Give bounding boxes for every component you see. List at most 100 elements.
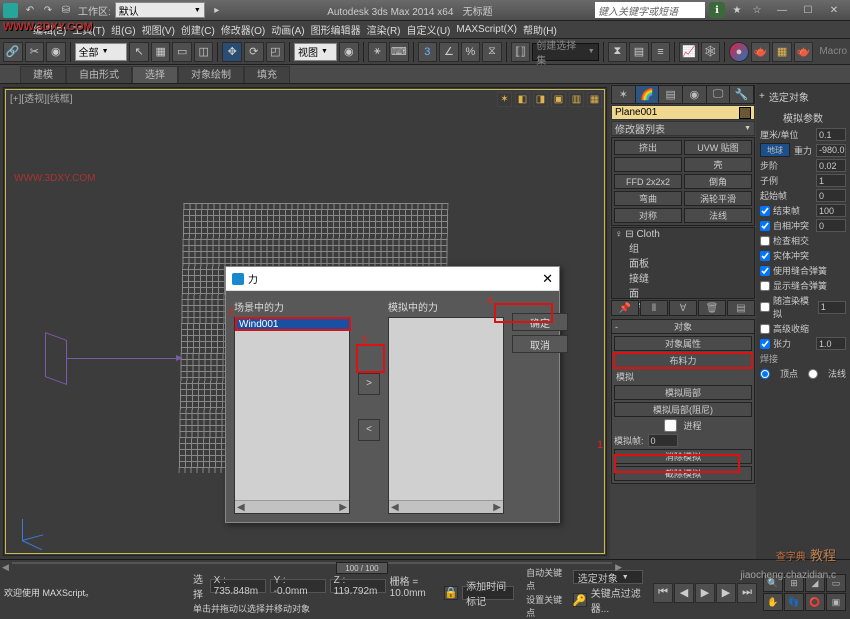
btn-earth[interactable]: 地球 xyxy=(760,143,790,157)
btn-cloth-force[interactable]: 布料力 xyxy=(614,353,752,368)
dialog-titlebar[interactable]: 力 ✕ xyxy=(226,267,559,291)
scale-icon[interactable]: ◰ xyxy=(266,42,286,62)
minimize-icon[interactable]: — xyxy=(769,2,795,19)
chk-spring[interactable] xyxy=(760,266,770,276)
snap-icon[interactable]: 3 xyxy=(418,42,438,62)
btn-turbo[interactable]: 涡轮平滑 xyxy=(684,191,752,206)
redo-icon[interactable]: ↷ xyxy=(40,2,56,18)
stack-config-icon[interactable]: ▤ xyxy=(727,300,755,316)
spinner-start[interactable]: 0 xyxy=(816,189,846,202)
list-item-wind[interactable]: Wind001 xyxy=(235,318,349,331)
btn-extrude[interactable]: 挤出 xyxy=(614,140,682,155)
coord-z[interactable]: Z : 119.792m xyxy=(330,579,386,593)
play-next-icon[interactable]: ▶ xyxy=(716,583,736,603)
spinner-snap-icon[interactable]: ⧖ xyxy=(482,42,502,62)
setkey-button[interactable]: 设置关键点 xyxy=(526,593,563,619)
rotate-icon[interactable]: ⟳ xyxy=(244,42,264,62)
favorite-icon[interactable]: ☆ xyxy=(749,2,765,18)
move-icon[interactable]: ✥ xyxy=(222,42,242,62)
stack-unique-icon[interactable]: ∀ xyxy=(669,300,697,316)
graph-icon[interactable]: 📈 xyxy=(679,42,699,62)
selection-filter[interactable]: 全部 xyxy=(75,43,128,61)
spinner-adv[interactable]: 1 xyxy=(818,301,846,314)
time-slider-knob[interactable]: 100 / 100 xyxy=(336,562,388,574)
tab-freeform[interactable]: 自由形式 xyxy=(66,66,132,83)
key-icon[interactable]: 🔑 xyxy=(573,593,587,607)
workspace-dropdown[interactable]: 默认 xyxy=(115,2,205,18)
btn-shell[interactable]: 壳 xyxy=(684,157,752,172)
menu-maxscript[interactable]: MAXScript(X) xyxy=(453,24,520,35)
nav-orbit-icon[interactable]: ⭕ xyxy=(805,593,825,611)
btn-move-right[interactable]: > xyxy=(358,373,380,395)
add-time-tag[interactable]: 添加时间标记 xyxy=(462,586,514,600)
object-wind[interactable] xyxy=(45,328,135,418)
select-name-icon[interactable]: ▦ xyxy=(151,42,171,62)
nav-walk-icon[interactable]: 👣 xyxy=(784,593,804,611)
ref-coord-dropdown[interactable]: 视图 xyxy=(294,43,337,61)
spinner-simframe[interactable]: 0 xyxy=(648,434,678,447)
play-prev-icon[interactable]: ◀ xyxy=(674,583,694,603)
btn-ok[interactable]: 确定 xyxy=(512,313,568,331)
radio-wire[interactable] xyxy=(808,369,818,379)
marquee-rect-icon[interactable]: ▭ xyxy=(172,42,192,62)
btn-sim-damp[interactable]: 模拟局部(阻尼) xyxy=(614,402,752,417)
tab-selection[interactable]: 选择 xyxy=(132,66,178,83)
play-end-icon[interactable]: ⏭ xyxy=(737,583,757,603)
chk-check[interactable] xyxy=(760,236,770,246)
angle-snap-icon[interactable]: ∠ xyxy=(439,42,459,62)
btn-bend[interactable]: 弯曲 xyxy=(614,191,682,206)
scrollbar[interactable]: ◀▶ xyxy=(389,500,503,513)
schematic-icon[interactable]: 🕸 xyxy=(701,42,721,62)
btn-object-props[interactable]: 对象属性 xyxy=(614,336,752,351)
chk-selfcol[interactable] xyxy=(760,221,770,231)
spinner-cm[interactable]: 0.1 xyxy=(816,128,846,141)
coord-y[interactable]: Y : -0.0mm xyxy=(270,579,326,593)
coord-x[interactable]: X : 735.848m xyxy=(210,579,266,593)
btn-ffd[interactable]: FFD 2x2x2 xyxy=(614,174,682,189)
tab-hierarchy-icon[interactable]: ▤ xyxy=(659,86,683,103)
btn-sim-local[interactable]: 模拟局部 xyxy=(614,385,752,400)
rollup-object-header[interactable]: 对象 xyxy=(612,320,754,334)
keyboard-icon[interactable]: ⌨ xyxy=(389,42,409,62)
view-max-icon[interactable]: ▣ xyxy=(551,92,566,107)
btn-mirror[interactable]: 对称 xyxy=(614,208,682,223)
radio-vert[interactable] xyxy=(760,369,770,379)
list-sim-forces[interactable]: ◀▶ xyxy=(388,317,504,514)
tab-create-icon[interactable]: ✶ xyxy=(612,86,636,103)
play-start-icon[interactable]: ⏮ xyxy=(653,583,673,603)
btn-cancel[interactable]: 取消 xyxy=(512,335,568,353)
nav-pan-icon[interactable]: ✋ xyxy=(763,593,783,611)
window-cross-icon[interactable]: ◫ xyxy=(194,42,214,62)
list-scene-forces[interactable]: Wind001 ◀▶ xyxy=(234,317,350,514)
chk-adv[interactable] xyxy=(760,302,770,312)
modifier-stack[interactable]: ♀ ⊟ Cloth 组 面板 接缝 面 Plane xyxy=(611,227,755,299)
menu-create[interactable]: 创建(C) xyxy=(178,22,218,37)
modifier-list-dropdown[interactable]: 修改器列表 xyxy=(611,121,755,136)
tab-motion-icon[interactable]: ◉ xyxy=(683,86,707,103)
align-icon[interactable]: ▤ xyxy=(629,42,649,62)
key-setting[interactable]: 关键点过滤器... xyxy=(591,585,643,615)
btn-chamfer[interactable]: 倒角 xyxy=(684,174,752,189)
tab-modeling[interactable]: 建模 xyxy=(20,66,66,83)
menu-animation[interactable]: 动画(A) xyxy=(268,22,307,37)
material-icon[interactable]: ● xyxy=(729,42,749,62)
object-name-field[interactable]: Plane001 xyxy=(611,105,755,120)
play-icon[interactable]: ▶ xyxy=(695,583,715,603)
render-frame-icon[interactable]: ▦ xyxy=(772,42,792,62)
pivot-icon[interactable]: ◉ xyxy=(339,42,359,62)
render-icon[interactable]: 🫖 xyxy=(794,42,814,62)
safe-frame-icon[interactable]: ▥ xyxy=(569,92,584,107)
spinner-grav[interactable]: -980.0 xyxy=(816,144,846,157)
stack-remove-icon[interactable]: 🗑 xyxy=(698,300,726,316)
chk-end[interactable] xyxy=(760,206,770,216)
viewcube-icon[interactable]: ✶ xyxy=(497,92,512,107)
percent-snap-icon[interactable]: % xyxy=(461,42,481,62)
spinner-end[interactable]: 100 xyxy=(816,204,846,217)
time-slider[interactable]: 100 / 100 xyxy=(12,562,612,564)
maximize-icon[interactable]: ☐ xyxy=(795,2,821,19)
btn-erase-sim[interactable]: 消除模拟 xyxy=(614,449,752,464)
tab-objectpaint[interactable]: 对象绘制 xyxy=(178,66,244,83)
btn-uvw[interactable]: UVW 贴图 xyxy=(684,140,752,155)
menu-modifiers[interactable]: 修改器(O) xyxy=(218,22,268,37)
unlink-icon[interactable]: ✂ xyxy=(25,42,45,62)
